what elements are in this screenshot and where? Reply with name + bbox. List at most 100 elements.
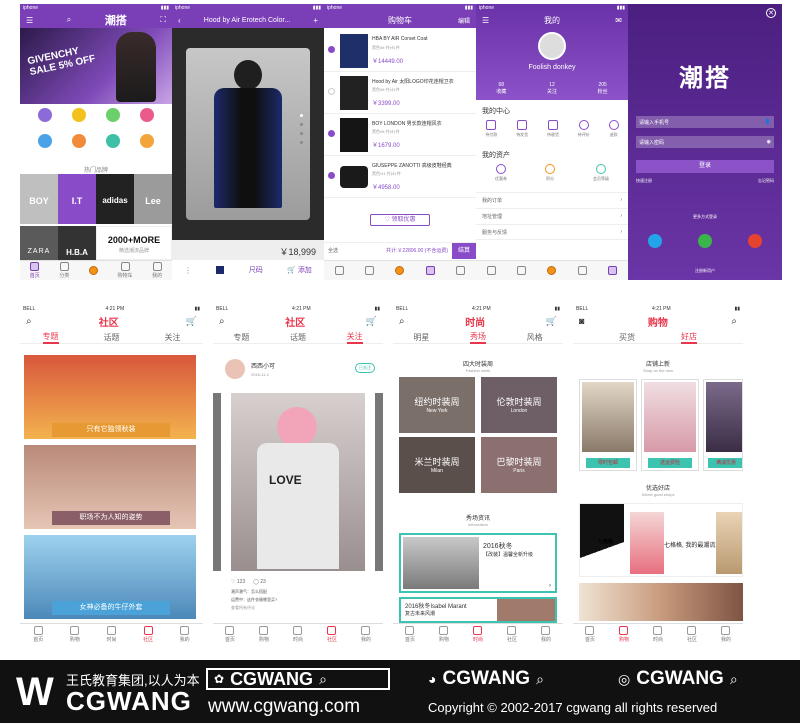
weibo-icon[interactable]	[748, 234, 762, 248]
product-image[interactable]	[186, 48, 310, 220]
cart-item[interactable]: BOY LONDON 男长款连帽风衣 黑色/M 共计1件 ￥1679.00	[324, 114, 476, 156]
login-button[interactable]: 登录	[636, 160, 774, 173]
row-address[interactable]: 地址管理 ›	[476, 208, 628, 224]
tab-shop[interactable]: 购物	[259, 626, 269, 643]
tab-me[interactable]: 我的	[152, 262, 162, 279]
cart-icon[interactable]: 🛒	[186, 316, 197, 327]
category-new-icon[interactable]	[28, 108, 62, 134]
tab-goods[interactable]: 买货	[619, 332, 635, 343]
checkout-button[interactable]: 结算	[452, 242, 476, 259]
category-icon[interactable]	[62, 134, 96, 160]
tab-style[interactable]: 风格	[527, 332, 543, 343]
tab-fashion[interactable]: 时尚	[473, 626, 483, 643]
stat-followers[interactable]: 205 粉丝	[598, 82, 608, 95]
fashion-week-card[interactable]: 巴黎时装周 Paris	[481, 437, 557, 493]
tab-me[interactable]: 我的	[361, 626, 371, 643]
tab-shop[interactable]: 购物	[619, 626, 629, 643]
password-field[interactable]: 请输入密码 ◉	[636, 136, 774, 148]
tab-community[interactable]: 社区	[327, 626, 337, 643]
register-link[interactable]: 快速注册	[636, 178, 652, 184]
tab-home[interactable]: 首页	[225, 626, 235, 643]
image-pager[interactable]	[300, 114, 304, 144]
tab-fashion[interactable]: 时尚	[293, 626, 303, 643]
cart-item[interactable]: GIUSEPPE ZANOTTI 高级皮鞋经典 黑色/41 共计1件 ￥4958…	[324, 156, 476, 198]
tab-shops[interactable]: 好店	[681, 331, 697, 344]
tab-discussions[interactable]: 话题	[104, 332, 120, 343]
arrow-icon[interactable]: ›	[549, 583, 551, 589]
cart-item[interactable]: HBA BY AIR Corset Coat 黑色/M 共计1件 ￥14449.…	[324, 30, 476, 72]
row-feedback[interactable]: 服务与反馈 ›	[476, 224, 628, 240]
tab-stars[interactable]: 明星	[413, 332, 429, 343]
featured-shop-banner[interactable]: 七格格 七格格, 我的最潮流!	[579, 503, 743, 577]
tab-fashion[interactable]: 时尚	[106, 626, 116, 643]
tab-cart[interactable]: 购物车	[118, 262, 133, 279]
fashion-week-card[interactable]: 伦敦时装周 London	[481, 377, 557, 433]
brand-tile-boy[interactable]: BOY	[20, 174, 58, 224]
tab-me[interactable]: 我的	[541, 626, 551, 643]
order-refund[interactable]: 退款	[608, 120, 619, 138]
add-icon[interactable]: +	[313, 16, 318, 25]
back-icon[interactable]: ‹	[178, 16, 181, 25]
stat-favorites[interactable]: 68 收藏	[496, 82, 506, 95]
qq-icon[interactable]	[648, 234, 662, 248]
tab-cart[interactable]	[425, 265, 435, 276]
new-shop-card[interactable]: 送运费险	[641, 379, 699, 471]
follow-badge[interactable]: 已关注	[355, 363, 375, 373]
check-icon[interactable]	[328, 46, 335, 53]
tab-me[interactable]: 我的	[180, 626, 190, 643]
tab-me[interactable]	[456, 265, 466, 276]
add-to-cart-button[interactable]: 🛒 添加	[287, 265, 312, 275]
cart-icon[interactable]: 🛒	[366, 316, 377, 327]
post-image[interactable]: LOVE	[231, 393, 365, 571]
search-icon[interactable]: ⌕	[67, 15, 71, 25]
avatar[interactable]	[225, 359, 245, 379]
tab-community[interactable]: 社区	[687, 626, 697, 643]
check-icon[interactable]	[328, 130, 335, 137]
brand-tile-lee[interactable]: Lee	[134, 174, 172, 224]
like-icon[interactable]: ♡ 123	[231, 579, 245, 585]
search-icon[interactable]: ⌕	[731, 316, 737, 327]
more-icon[interactable]: ⋮	[184, 266, 192, 275]
topic-card[interactable]: 女神必备的牛仔外套	[24, 535, 196, 619]
shop-banner[interactable]	[579, 583, 743, 621]
tab-community[interactable]: 社区	[507, 626, 517, 643]
forgot-link[interactable]: 忘记密码	[758, 178, 774, 184]
promo-banner[interactable]: GIVENCHY SALE 5% OFF	[20, 28, 172, 104]
close-icon[interactable]: ✕	[766, 8, 776, 18]
size-selector[interactable]: 尺码	[249, 265, 263, 275]
brand-tile-it[interactable]: I.T	[58, 174, 96, 224]
search-icon[interactable]: ⌕	[399, 316, 405, 327]
tab-me[interactable]: 我的	[721, 626, 731, 643]
mail-icon[interactable]: ✉	[615, 16, 622, 25]
tab-runway[interactable]: 秀场	[469, 331, 486, 344]
tab-shop[interactable]: 购物	[439, 626, 449, 643]
tab-following[interactable]: 关注	[346, 331, 363, 344]
brand-tile-zara[interactable]: ZARA	[20, 226, 58, 260]
tab-cart[interactable]	[577, 265, 587, 276]
asset-points[interactable]: 积分	[545, 164, 555, 182]
tab-home[interactable]: 首页	[33, 626, 43, 643]
tab-topics[interactable]: 专题	[42, 331, 59, 344]
tab-fashion[interactable]: 时尚	[653, 626, 663, 643]
row-orders[interactable]: 我的订单 ›	[476, 192, 628, 208]
news-card[interactable]: 2016秋冬 【改装】温馨全新升级 ›	[399, 533, 557, 593]
order-pending-pay[interactable]: 待付款	[485, 120, 497, 138]
brand-more-tile[interactable]: 2000+MORE 精选潮流品牌	[96, 226, 172, 260]
coupon-button[interactable]: ♡ 领取优惠	[370, 214, 430, 226]
fashion-week-card[interactable]: 米兰时装周 Milan	[399, 437, 475, 493]
category-icon[interactable]	[130, 108, 164, 134]
tab-pumpkin-icon[interactable]	[88, 265, 98, 276]
category-icon[interactable]	[96, 134, 130, 160]
new-shop-card[interactable]: 满减优惠	[703, 379, 743, 471]
camera-icon[interactable]: ◙	[579, 316, 584, 326]
footer-site-url[interactable]: www.cgwang.com	[208, 696, 360, 718]
cart-edit-button[interactable]: 编辑	[458, 16, 470, 25]
scan-icon[interactable]: ⛶	[160, 15, 166, 25]
login-footer[interactable]: 注册新用户	[628, 268, 782, 274]
asset-level[interactable]: 会员等级	[593, 164, 609, 182]
tab-pumpkin-icon[interactable]	[395, 265, 405, 276]
menu-icon[interactable]: ☰	[482, 16, 489, 25]
color-swatch[interactable]	[216, 266, 225, 274]
tab-category[interactable]	[517, 265, 527, 276]
tab-home[interactable]	[334, 265, 344, 276]
